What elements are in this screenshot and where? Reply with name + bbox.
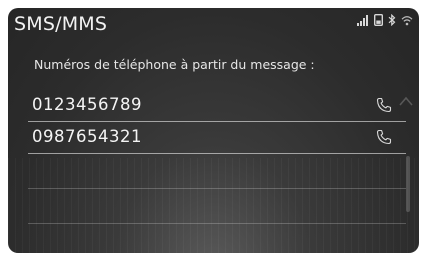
phone-handset-icon[interactable] [376,129,392,145]
sms-mms-screen: SMS/MMS Numéros de téléphone à partir du… [8,8,419,253]
phone-number-text: 0987654321 [32,127,142,146]
wifi-icon [401,11,413,30]
phone-number-list: 0123456789 0987654321 [28,90,406,253]
page-title: SMS/MMS [14,13,108,35]
status-bar [357,13,413,30]
empty-list-row [28,189,406,224]
signal-bars-icon [357,11,369,30]
bluetooth-icon [388,11,396,30]
phone-numbers-heading: Numéros de téléphone à partir du message… [34,57,315,72]
scrollbar[interactable] [406,156,410,212]
empty-list-row [28,154,406,189]
empty-list-row [28,224,406,253]
scroll-up-arrow-icon[interactable] [398,92,414,106]
phone-handset-icon[interactable] [376,97,392,113]
phone-battery-icon [373,11,383,30]
phone-number-text: 0123456789 [32,95,142,114]
phone-number-row[interactable]: 0987654321 [28,122,406,154]
phone-number-row[interactable]: 0123456789 [28,90,406,122]
